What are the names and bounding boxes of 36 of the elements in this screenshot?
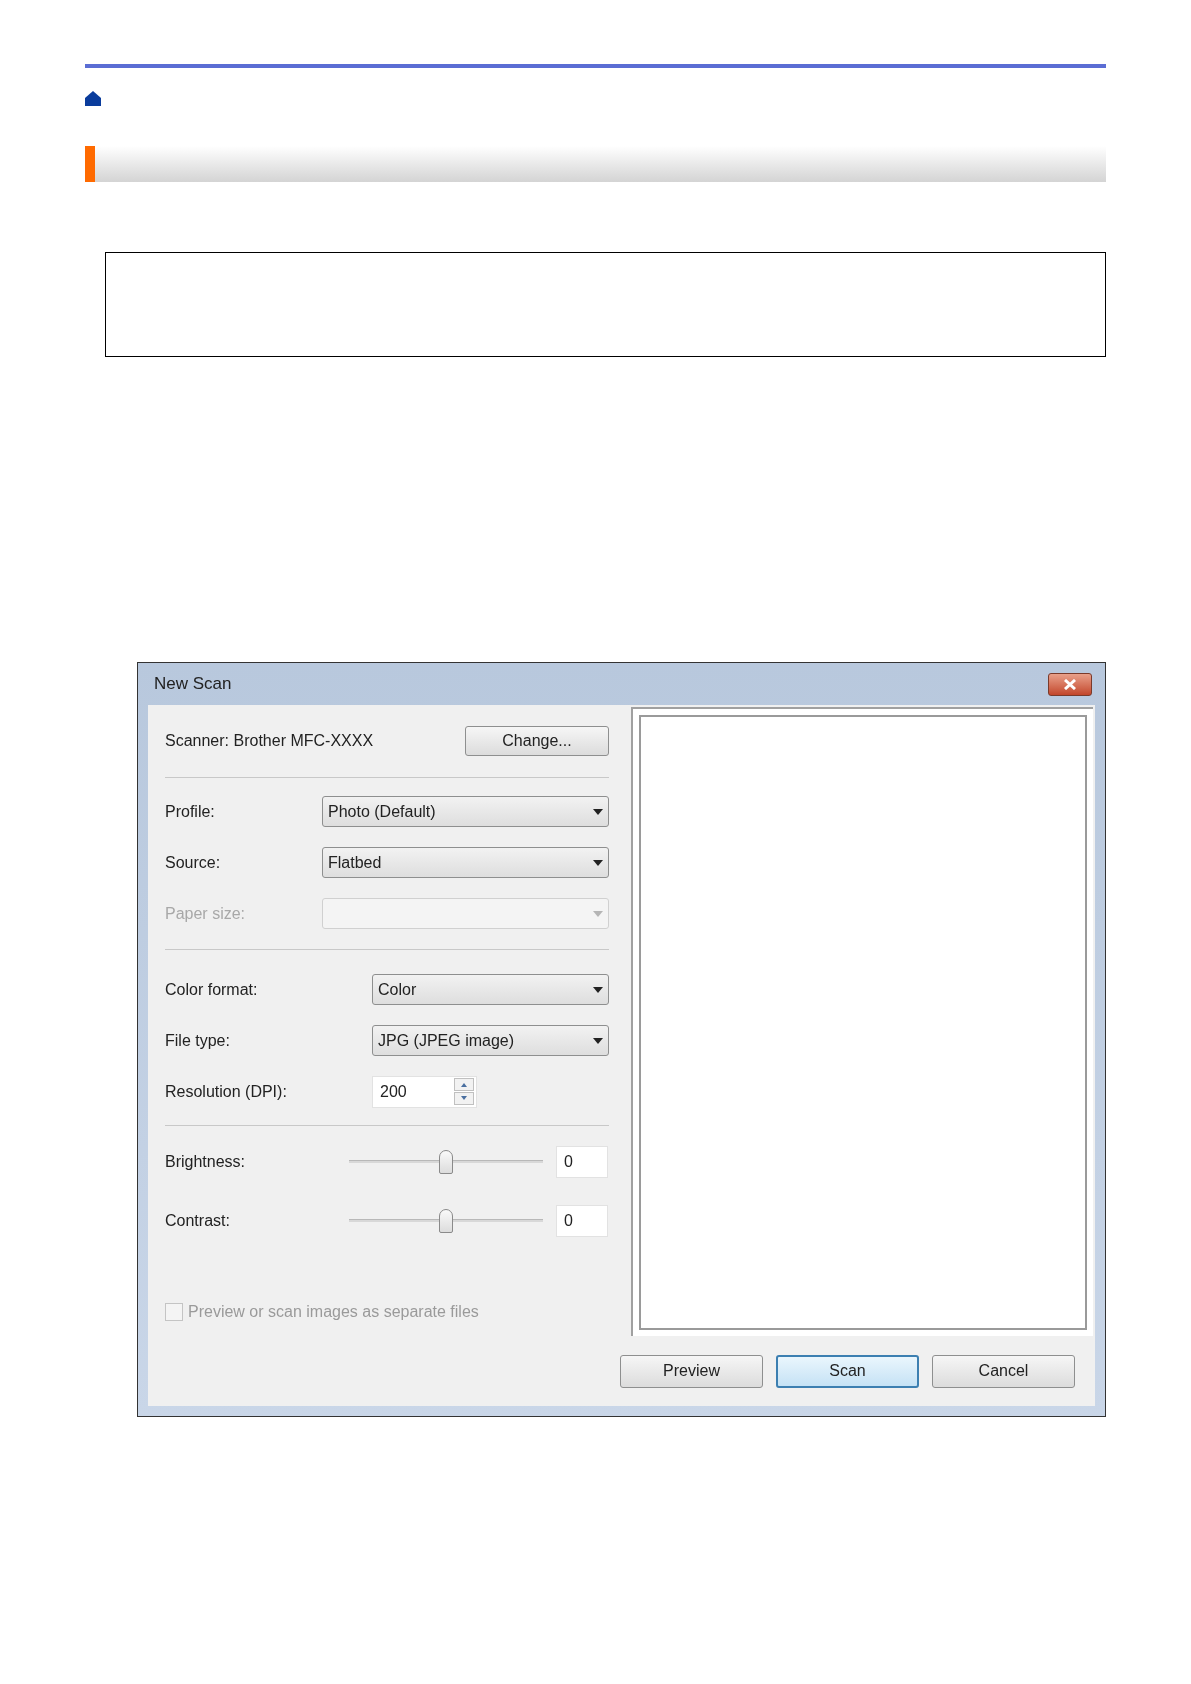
- slider-thumb[interactable]: [439, 1149, 453, 1174]
- slider-label: Contrast:: [165, 1210, 231, 1231]
- dropdown-caret-icon: [593, 808, 603, 815]
- dropdown-caret-icon: [593, 859, 603, 866]
- dropdown-caret-icon: [593, 910, 603, 917]
- dialog-button[interactable]: Preview: [620, 1354, 763, 1388]
- change-button[interactable]: Change...: [465, 726, 609, 756]
- spin-arrows-icon[interactable]: [454, 1078, 474, 1105]
- field-label: Source:: [165, 852, 221, 873]
- field-label: Resolution (DPI):: [165, 1081, 287, 1102]
- section-marker: [85, 146, 95, 182]
- slider[interactable]: [349, 1148, 543, 1175]
- dropdown[interactable]: Color: [372, 974, 609, 1005]
- field-label: File type:: [165, 1030, 230, 1051]
- value-field[interactable]: 0: [556, 1204, 608, 1237]
- dropdown[interactable]: Photo (Default): [322, 796, 609, 827]
- checkbox-label: Preview or scan images as separate files: [188, 1302, 479, 1322]
- field-label: Profile:: [165, 801, 215, 822]
- slider-thumb[interactable]: [439, 1208, 453, 1233]
- home-icon[interactable]: [85, 91, 101, 106]
- resolution-spinner[interactable]: 200: [372, 1075, 477, 1108]
- dropdown-caret-icon: [593, 986, 603, 993]
- dialog-button[interactable]: Cancel: [932, 1354, 1075, 1388]
- slider-label: Brightness:: [165, 1151, 247, 1172]
- close-icon: [1063, 678, 1077, 690]
- scanner-label: Scanner: Brother MFC-XXXX: [165, 731, 374, 751]
- dropdown[interactable]: JPG (JPEG image): [372, 1025, 609, 1056]
- dropdown-caret-icon: [593, 1037, 603, 1044]
- value-field[interactable]: 0: [556, 1145, 608, 1178]
- window-title: New Scan: [154, 673, 232, 696]
- field-label: Paper size:: [165, 903, 246, 924]
- slider[interactable]: [349, 1207, 543, 1234]
- field-label: Color format:: [165, 979, 258, 1000]
- dropdown[interactable]: Flatbed: [322, 847, 609, 878]
- close-button[interactable]: [1048, 672, 1092, 696]
- dialog-button[interactable]: Scan: [776, 1354, 919, 1388]
